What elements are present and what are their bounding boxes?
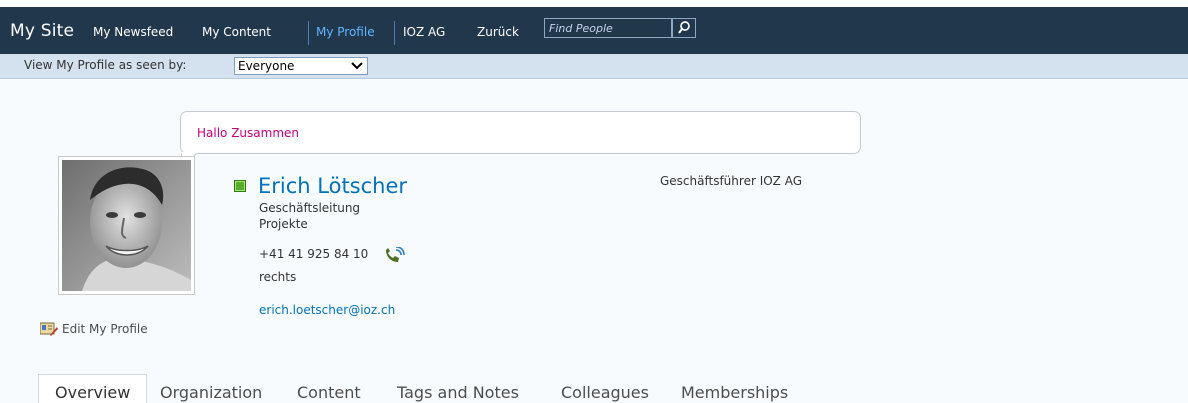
tab-memberships[interactable]: Memberships [681, 383, 788, 402]
tab-tags-and-notes[interactable]: Tags and Notes [397, 383, 519, 402]
nav-ioz-ag[interactable]: IOZ AG [403, 25, 445, 39]
profile-department: Geschäftsleitung [259, 201, 361, 215]
find-people-search-box [544, 18, 677, 38]
nav-zuruck[interactable]: Zurück [477, 25, 519, 39]
tab-organization[interactable]: Organization [160, 383, 262, 402]
nav-my-newsfeed[interactable]: My Newsfeed [93, 25, 173, 39]
nav-separator [308, 21, 309, 45]
top-white-strip [0, 0, 1188, 7]
profile-photo[interactable] [62, 160, 191, 291]
profile-location: rechts [259, 270, 297, 284]
find-people-input[interactable] [545, 19, 677, 37]
view-as-selected-value: Everyone [238, 59, 295, 73]
nav-my-profile[interactable]: My Profile [316, 25, 375, 39]
edit-profile-icon[interactable] [40, 322, 58, 336]
profile-name: Erich Lötscher [258, 174, 408, 198]
view-as-label: View My Profile as seen by: [24, 58, 187, 72]
profile-tab-bar: Overview Organization Content Tags and N… [0, 374, 1188, 403]
tab-overview[interactable]: Overview [38, 374, 147, 403]
nav-my-content[interactable]: My Content [202, 25, 271, 39]
top-navigation-bar: My Site My Newsfeed My Content My Profil… [0, 7, 1188, 54]
profile-job-title: Geschäftsführer IOZ AG [660, 174, 803, 188]
profile-phone: +41 41 925 84 10 [259, 247, 369, 261]
site-title[interactable]: My Site [10, 21, 74, 41]
tab-content[interactable]: Content [297, 383, 361, 402]
presence-status-icon[interactable] [234, 180, 246, 192]
phone-call-icon[interactable] [384, 247, 406, 263]
view-as-dropdown[interactable]: Everyone [234, 57, 368, 75]
search-icon [678, 21, 690, 34]
chevron-down-icon [351, 62, 363, 70]
nav-separator [394, 21, 395, 45]
status-message-text: Hallo Zusammen [197, 126, 299, 140]
edit-my-profile-link[interactable]: Edit My Profile [62, 322, 148, 336]
tab-overview-label: Overview [55, 383, 131, 402]
search-button[interactable] [672, 18, 696, 38]
tab-colleagues[interactable]: Colleagues [561, 383, 649, 402]
view-profile-as-bar: View My Profile as seen by: Everyone [0, 54, 1188, 79]
profile-email-link[interactable]: erich.loetscher@ioz.ch [259, 303, 395, 317]
profile-office: Projekte [259, 217, 308, 231]
